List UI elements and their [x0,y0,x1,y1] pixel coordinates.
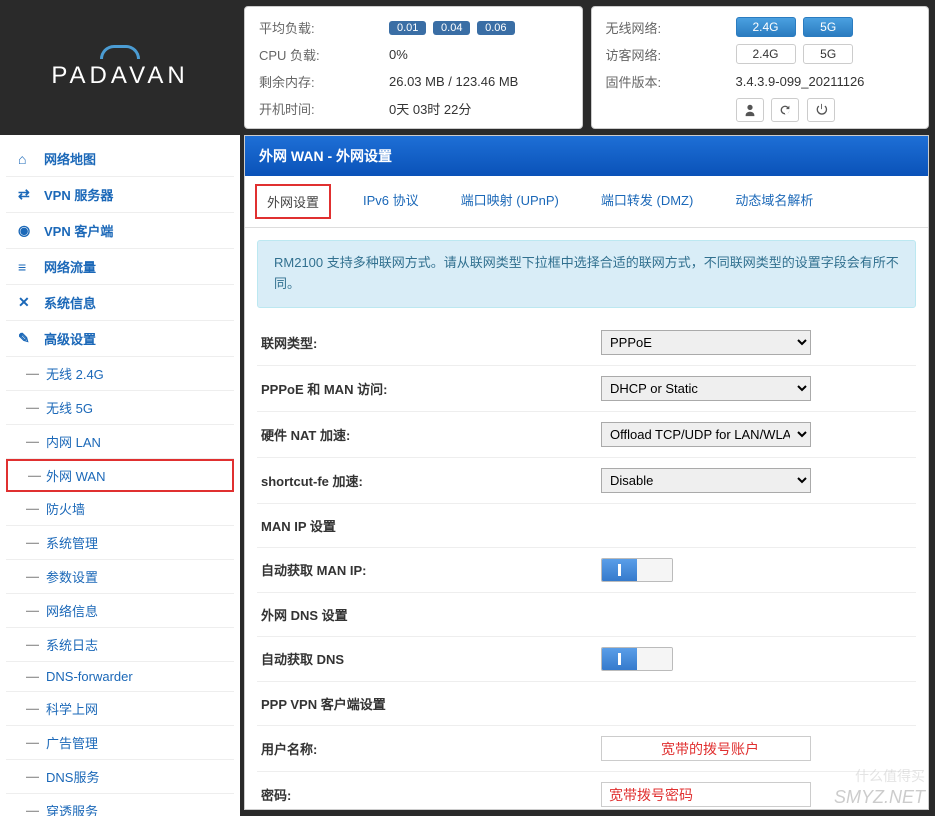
sub-syslog[interactable]: 系统日志 [6,628,234,662]
conn-type-select[interactable]: PPPoE [601,330,811,355]
sub-tunnel[interactable]: 穿透服务 [6,794,234,816]
globe-icon: ◉ [18,222,36,239]
sub-lan[interactable]: 内网 LAN [6,425,234,459]
conn-type-label: 联网类型: [261,333,601,352]
load-badge: 0.01 [389,21,426,35]
section-man-ip: MAN IP 设置 [257,504,916,548]
wifi-24g-button[interactable]: 2.4G [736,17,796,37]
dns-toggle[interactable] [601,647,673,671]
sub-netinfo[interactable]: 网络信息 [6,594,234,628]
sub-proxy[interactable]: 科学上网 [6,692,234,726]
wifi-label: 无线网络: [606,18,736,37]
section-ppp: PPP VPN 客户端设置 [257,682,916,726]
wifi-5g-button[interactable]: 5G [803,17,853,37]
sfe-select[interactable]: Disable [601,468,811,493]
status-card-right: 无线网络: 2.4G 5G 访客网络: 2.4G 5G 固件版本: 3.4.3.… [591,6,930,129]
sub-params[interactable]: 参数设置 [6,560,234,594]
nat-label: 硬件 NAT 加速: [261,425,601,444]
sub-system[interactable]: 系统管理 [6,526,234,560]
tab-wan-settings[interactable]: 外网设置 [255,184,331,219]
password-label: 密码: [261,785,601,804]
username-annotation: 宽带的拨号账户 [661,739,759,759]
user-icon-button[interactable] [736,98,764,122]
pppoe-man-label: PPPoE 和 MAN 访问: [261,379,601,398]
firmware-label: 固件版本: [606,72,736,91]
man-ip-toggle[interactable] [601,558,673,582]
tab-ipv6[interactable]: IPv6 协议 [353,184,429,219]
cpu-value: 0% [389,47,408,62]
random-icon: ✕ [18,294,36,311]
man-ip-auto-label: 自动获取 MAN IP: [261,560,601,579]
exchange-icon: ⇄ [18,186,36,203]
sub-wan[interactable]: 外网 WAN [6,459,234,492]
nav-advanced[interactable]: ✎高级设置 [6,321,234,357]
logo-text: PADAVAN [51,62,188,90]
sub-dns-forwarder[interactable]: DNS-forwarder [6,662,234,692]
load-badge: 0.04 [433,21,470,35]
list-icon: ≡ [18,259,36,275]
firmware-link[interactable]: 3.4.3.9-099_20211126 [736,74,865,89]
logo-area: PADAVAN [0,0,240,135]
info-box: RM2100 支持多种联网方式。请从联网类型下拉框中选择合适的联网方式，不同联网… [257,240,916,308]
tab-upnp[interactable]: 端口映射 (UPnP) [451,184,569,219]
logo-arc-icon [100,45,140,59]
page-title: 外网 WAN - 外网设置 [245,136,928,176]
sub-wifi-5g[interactable]: 无线 5G [6,391,234,425]
dns-auto-label: 自动获取 DNS [261,649,601,668]
mem-value: 26.03 MB / 123.46 MB [389,74,518,89]
uptime-label: 开机时间: [259,99,389,118]
sidebar: ⌂网络地图 ⇄VPN 服务器 ◉VPN 客户端 ≡网络流量 ✕系统信息 ✎高级设… [0,135,240,816]
nav-sysinfo[interactable]: ✕系统信息 [6,285,234,321]
nav-network-map[interactable]: ⌂网络地图 [6,141,234,177]
guest-24g-button[interactable]: 2.4G [736,44,796,64]
power-icon-button[interactable] [807,98,835,122]
pppoe-man-select[interactable]: DHCP or Static [601,376,811,401]
status-card-left: 平均负载: 0.01 0.04 0.06 CPU 负载: 0% 剩余内存: 26… [244,6,583,129]
guest-5g-button[interactable]: 5G [803,44,853,64]
uptime-value: 0天 03时 22分 [389,99,471,118]
guest-label: 访客网络: [606,45,736,64]
password-annotation: 宽带拨号密码 [609,785,693,805]
nav-vpn-server[interactable]: ⇄VPN 服务器 [6,177,234,213]
cpu-label: CPU 负载: [259,45,389,64]
tab-bar: 外网设置 IPv6 协议 端口映射 (UPnP) 端口转发 (DMZ) 动态域名… [245,176,928,228]
tab-ddns[interactable]: 动态域名解析 [725,184,823,219]
sub-firewall[interactable]: 防火墙 [6,492,234,526]
sub-adblock[interactable]: 广告管理 [6,726,234,760]
sub-dns-service[interactable]: DNS服务 [6,760,234,794]
wrench-icon: ✎ [18,330,36,347]
nav-traffic[interactable]: ≡网络流量 [6,249,234,285]
load-badge: 0.06 [477,21,514,35]
refresh-icon-button[interactable] [771,98,799,122]
home-icon: ⌂ [18,151,36,167]
load-label: 平均负载: [259,18,389,37]
nav-vpn-client[interactable]: ◉VPN 客户端 [6,213,234,249]
content-panel: 外网 WAN - 外网设置 外网设置 IPv6 协议 端口映射 (UPnP) 端… [244,135,929,810]
mem-label: 剩余内存: [259,72,389,91]
section-dns: 外网 DNS 设置 [257,593,916,637]
username-label: 用户名称: [261,739,601,758]
sub-wifi-24g[interactable]: 无线 2.4G [6,357,234,391]
nat-select[interactable]: Offload TCP/UDP for LAN/WLAN [601,422,811,447]
sfe-label: shortcut-fe 加速: [261,471,601,490]
tab-dmz[interactable]: 端口转发 (DMZ) [591,184,703,219]
